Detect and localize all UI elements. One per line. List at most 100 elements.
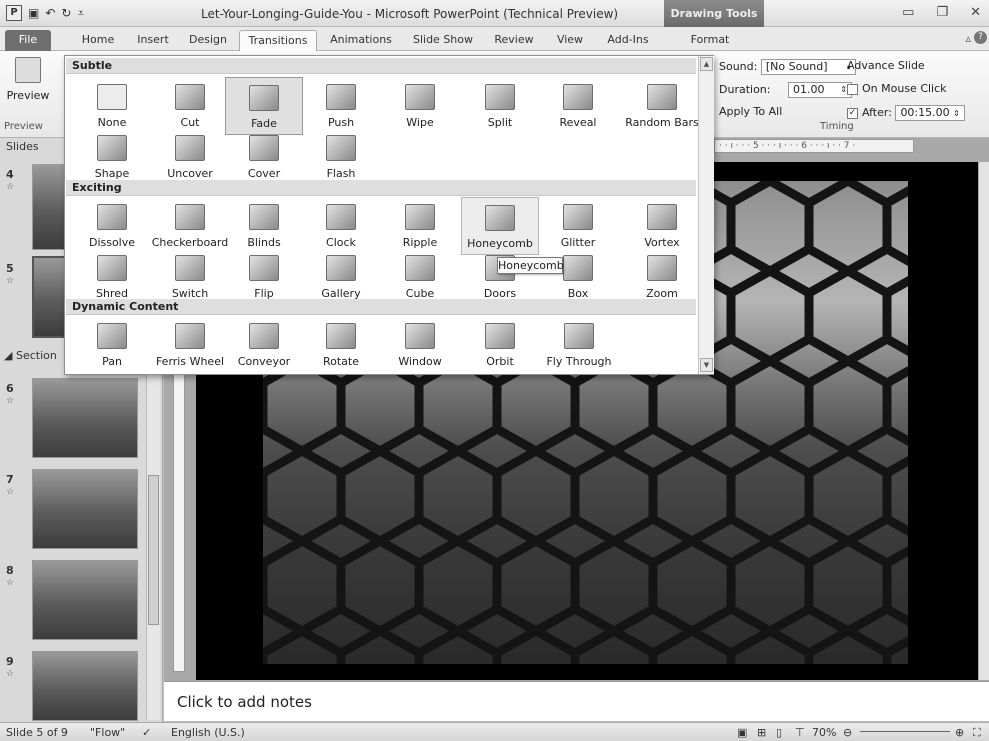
tab-format[interactable]: Format bbox=[682, 30, 738, 51]
tab-home[interactable]: Home bbox=[75, 30, 121, 51]
transition-push[interactable]: Push bbox=[302, 77, 380, 135]
zoom-out-icon[interactable]: ⊖ bbox=[843, 726, 852, 739]
transition-orbit[interactable]: Orbit bbox=[461, 316, 539, 374]
slide-indicator: Slide 5 of 9 bbox=[6, 726, 68, 739]
preview-label: Preview bbox=[6, 89, 50, 102]
transition-glitter[interactable]: Glitter bbox=[539, 197, 617, 255]
slide-thumbnail-8[interactable] bbox=[32, 560, 138, 640]
transition-fade[interactable]: Fade bbox=[225, 77, 303, 135]
duration-spinner[interactable]: 01.00 ⇕ bbox=[787, 82, 852, 98]
redo-icon[interactable]: ↻ bbox=[61, 6, 71, 20]
tab-transitions[interactable]: Transitions bbox=[239, 30, 317, 51]
transition-fly-through[interactable]: Fly Through bbox=[539, 316, 619, 374]
transition-label: Pan bbox=[102, 355, 122, 368]
reading-view-icon[interactable]: ▯ bbox=[776, 726, 782, 739]
undo-icon[interactable]: ↶ bbox=[45, 6, 55, 20]
tab-slide-show[interactable]: Slide Show bbox=[408, 30, 478, 51]
after-checkbox[interactable]: ✓ bbox=[847, 107, 858, 119]
transition-blinds[interactable]: Blinds bbox=[225, 197, 303, 255]
tab-insert[interactable]: Insert bbox=[131, 30, 175, 51]
transition-honeycomb[interactable]: Honeycomb bbox=[461, 197, 539, 255]
tab-file[interactable]: File bbox=[5, 30, 51, 51]
after-option[interactable]: ✓ After: 00:15.00 ⇕ bbox=[847, 105, 965, 121]
on-mouse-click-option[interactable]: On Mouse Click bbox=[847, 82, 947, 95]
transition-window[interactable]: Window bbox=[381, 316, 459, 374]
tab-view[interactable]: View bbox=[550, 30, 590, 51]
transition-label: Box bbox=[567, 287, 589, 300]
gallery-scrollbar[interactable]: ▲ ▼ bbox=[698, 56, 714, 374]
powerpoint-app-icon[interactable]: P bbox=[6, 5, 22, 21]
save-icon[interactable]: ▣ bbox=[28, 6, 39, 20]
transition-checkerboard[interactable]: Checkerboard bbox=[145, 197, 235, 255]
section-header[interactable]: ◢ Section bbox=[4, 349, 57, 362]
transition-shape[interactable]: Shape bbox=[73, 128, 151, 186]
language-indicator[interactable]: English (U.S.) bbox=[171, 726, 245, 739]
transition-ferris-wheel[interactable]: Ferris Wheel bbox=[145, 316, 235, 374]
transition-ripple[interactable]: Ripple bbox=[381, 197, 459, 255]
slide-number: 7 bbox=[6, 473, 14, 486]
restore-icon[interactable]: ❐ bbox=[936, 5, 948, 20]
slide-sorter-icon[interactable]: ⊞ bbox=[757, 726, 766, 739]
transition-clock[interactable]: Clock bbox=[302, 197, 380, 255]
on-mouse-click-label: On Mouse Click bbox=[862, 82, 947, 95]
close-icon[interactable]: ✕ bbox=[970, 5, 981, 20]
transition-label: Orbit bbox=[486, 355, 514, 368]
transition-vortex[interactable]: Vortex bbox=[623, 197, 701, 255]
scroll-thumb[interactable] bbox=[148, 475, 159, 625]
editor-scrollbar[interactable] bbox=[978, 162, 989, 680]
transition-pan[interactable]: Pan bbox=[73, 316, 151, 374]
flip-icon bbox=[249, 255, 279, 281]
tab-review[interactable]: Review bbox=[489, 30, 539, 51]
preview-button[interactable]: Preview bbox=[0, 55, 56, 119]
notes-pane[interactable]: Click to add notes bbox=[164, 681, 989, 721]
normal-view-icon[interactable]: ▣ bbox=[737, 726, 747, 739]
apply-to-all-button[interactable]: Apply To All bbox=[719, 105, 782, 118]
transition-zoom[interactable]: Zoom bbox=[623, 248, 701, 306]
slide-thumbnail-6[interactable] bbox=[32, 378, 138, 458]
transition-label: Gallery bbox=[321, 287, 361, 300]
transition-flash[interactable]: Flash bbox=[302, 128, 380, 186]
transition-reveal[interactable]: Reveal bbox=[539, 77, 617, 135]
slide-thumbnail-7[interactable] bbox=[32, 469, 138, 549]
transition-gallery[interactable]: Gallery bbox=[302, 248, 380, 306]
transition-split[interactable]: Split bbox=[461, 77, 539, 135]
transition-cube[interactable]: Cube bbox=[381, 248, 459, 306]
transition-conveyor[interactable]: Conveyor bbox=[225, 316, 303, 374]
sound-dropdown[interactable]: [No Sound] ▾ bbox=[760, 59, 857, 75]
transition-none[interactable]: None bbox=[73, 77, 151, 135]
transition-dissolve[interactable]: Dissolve bbox=[73, 197, 151, 255]
scroll-up-icon[interactable]: ▲ bbox=[700, 57, 713, 71]
tab-animations[interactable]: Animations bbox=[326, 30, 396, 51]
help-icon[interactable]: ? bbox=[974, 31, 987, 44]
slide-number: 6 bbox=[6, 382, 14, 395]
transition-shred[interactable]: Shred bbox=[73, 248, 151, 306]
collapse-section-icon[interactable]: ◢ bbox=[4, 349, 12, 362]
after-spinner[interactable]: 00:15.00 ⇕ bbox=[895, 105, 965, 121]
slideshow-view-icon[interactable]: ⊤ bbox=[795, 726, 805, 739]
customize-qat-icon[interactable]: ⩡ bbox=[77, 6, 84, 21]
zoom-in-icon[interactable]: ⊕ bbox=[955, 726, 964, 739]
on-mouse-click-checkbox[interactable] bbox=[847, 83, 858, 95]
transition-rotate[interactable]: Rotate bbox=[302, 316, 380, 374]
zoom-slider[interactable] bbox=[860, 731, 950, 732]
minimize-ribbon-icon[interactable]: ▵ bbox=[965, 32, 971, 45]
transition-uncover[interactable]: Uncover bbox=[151, 128, 229, 186]
scroll-down-icon[interactable]: ▼ bbox=[700, 358, 713, 372]
spellcheck-icon[interactable]: ✓ bbox=[142, 726, 151, 739]
minimize-icon[interactable]: ▭ bbox=[902, 5, 914, 20]
transition-flip[interactable]: Flip bbox=[225, 248, 303, 306]
slides-tab[interactable]: Slides bbox=[6, 140, 39, 153]
tab-add-ins[interactable]: Add-Ins bbox=[603, 30, 653, 51]
transition-label: Doors bbox=[483, 287, 517, 300]
transition-label: Random Bars bbox=[625, 116, 699, 129]
transition-switch[interactable]: Switch bbox=[151, 248, 229, 306]
transition-star-icon: ☆ bbox=[6, 182, 15, 192]
slide-thumbnail-9[interactable] bbox=[32, 651, 138, 721]
transition-random-bars[interactable]: Random Bars bbox=[617, 77, 707, 135]
transition-cover[interactable]: Cover bbox=[225, 128, 303, 186]
tab-design[interactable]: Design bbox=[185, 30, 231, 51]
transition-wipe[interactable]: Wipe bbox=[381, 77, 459, 135]
fit-to-window-icon[interactable]: ⛶ bbox=[973, 726, 981, 740]
zoom-level[interactable]: 70% bbox=[812, 726, 836, 739]
transition-cut[interactable]: Cut bbox=[151, 77, 229, 135]
